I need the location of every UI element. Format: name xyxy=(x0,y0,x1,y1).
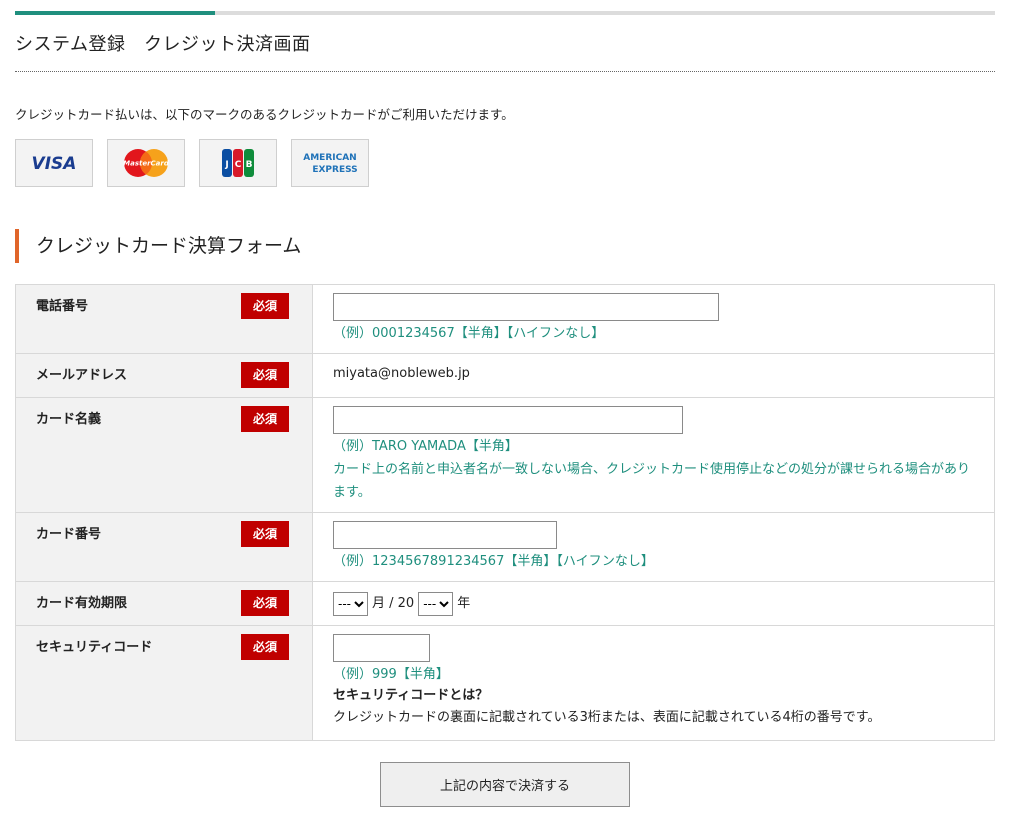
card-name-label: カード名義 xyxy=(36,412,102,427)
expiry-month-select[interactable]: --- xyxy=(333,592,368,616)
jcb-logo: J C B xyxy=(199,139,277,187)
phone-label: 電話番号 xyxy=(36,299,89,314)
required-badge: 必須 xyxy=(241,293,289,319)
form-row-expiry: カード有効期限 必須 --- 月 / 20 --- 年 xyxy=(15,581,995,626)
email-value: miyata@nobleweb.jp xyxy=(333,366,470,381)
svg-text:EXPRESS: EXPRESS xyxy=(312,165,357,175)
progress-bar-fill xyxy=(15,11,215,15)
svg-text:VISA: VISA xyxy=(32,154,77,174)
section-title: クレジットカード決算フォーム xyxy=(15,229,301,263)
required-badge: 必須 xyxy=(241,590,289,616)
svg-text:AMERICAN: AMERICAN xyxy=(303,153,356,163)
expiry-label: カード有効期限 xyxy=(36,596,128,611)
svg-text:MasterCard: MasterCard xyxy=(123,160,170,168)
svg-text:J: J xyxy=(224,160,228,170)
required-badge: 必須 xyxy=(241,634,289,660)
card-name-input[interactable] xyxy=(333,406,683,434)
expiry-year-select[interactable]: --- xyxy=(418,592,454,616)
form-row-email: メールアドレス 必須 miyata@nobleweb.jp xyxy=(15,353,995,398)
card-number-label: カード番号 xyxy=(36,527,102,542)
card-name-note: カード上の名前と申込者名が一致しない場合、クレジットカード使用停止などの処分が課… xyxy=(333,462,971,500)
expiry-year-unit: 年 xyxy=(457,596,471,611)
visa-logo: VISA xyxy=(15,139,93,187)
svg-text:B: B xyxy=(246,160,253,170)
security-label: セキュリティコード xyxy=(36,640,153,655)
expiry-month-unit: 月 / 20 xyxy=(372,596,415,611)
svg-text:C: C xyxy=(235,160,242,170)
phone-hint: （例）0001234567【半角】【ハイフンなし】 xyxy=(333,326,605,341)
security-hint: （例）999【半角】 xyxy=(333,667,449,682)
required-badge: 必須 xyxy=(241,362,289,388)
security-what-title: セキュリティコードとは？ xyxy=(333,688,489,703)
email-label: メールアドレス xyxy=(36,368,128,383)
required-badge: 必須 xyxy=(241,521,289,547)
security-code-input[interactable] xyxy=(333,634,430,662)
card-brand-list: VISA MasterCard J C B AMERICAN EXPRESS xyxy=(15,139,369,187)
mastercard-logo: MasterCard xyxy=(107,139,185,187)
payment-form: 電話番号 必須 （例）0001234567【半角】【ハイフンなし】 メールアドレ… xyxy=(15,284,995,741)
submit-payment-button[interactable]: 上記の内容で決済する xyxy=(380,762,630,807)
required-badge: 必須 xyxy=(241,406,289,432)
form-row-card-name: カード名義 必須 （例）TARO YAMADA【半角】 カード上の名前と申込者名… xyxy=(15,397,995,513)
form-row-security: セキュリティコード 必須 （例）999【半角】 セキュリティコードとは？ クレジ… xyxy=(15,625,995,741)
intro-text: クレジットカード払いは、以下のマークのあるクレジットカードがご利用いただけます。 xyxy=(15,107,514,122)
form-row-card-number: カード番号 必須 （例）1234567891234567【半角】【ハイフンなし】 xyxy=(15,512,995,582)
card-number-input[interactable] xyxy=(333,521,557,549)
card-name-hint: （例）TARO YAMADA【半角】 xyxy=(333,439,518,454)
title-divider xyxy=(15,71,995,72)
card-number-hint: （例）1234567891234567【半角】【ハイフンなし】 xyxy=(333,554,654,569)
amex-logo: AMERICAN EXPRESS xyxy=(291,139,369,187)
page-title: システム登録 クレジット決済画面 xyxy=(15,34,311,55)
progress-bar xyxy=(15,11,995,15)
security-what-text: クレジットカードの裏面に記載されている3桁または、表面に記載されている4桁の番号… xyxy=(333,710,881,725)
phone-input[interactable] xyxy=(333,293,719,321)
form-row-phone: 電話番号 必須 （例）0001234567【半角】【ハイフンなし】 xyxy=(15,284,995,354)
